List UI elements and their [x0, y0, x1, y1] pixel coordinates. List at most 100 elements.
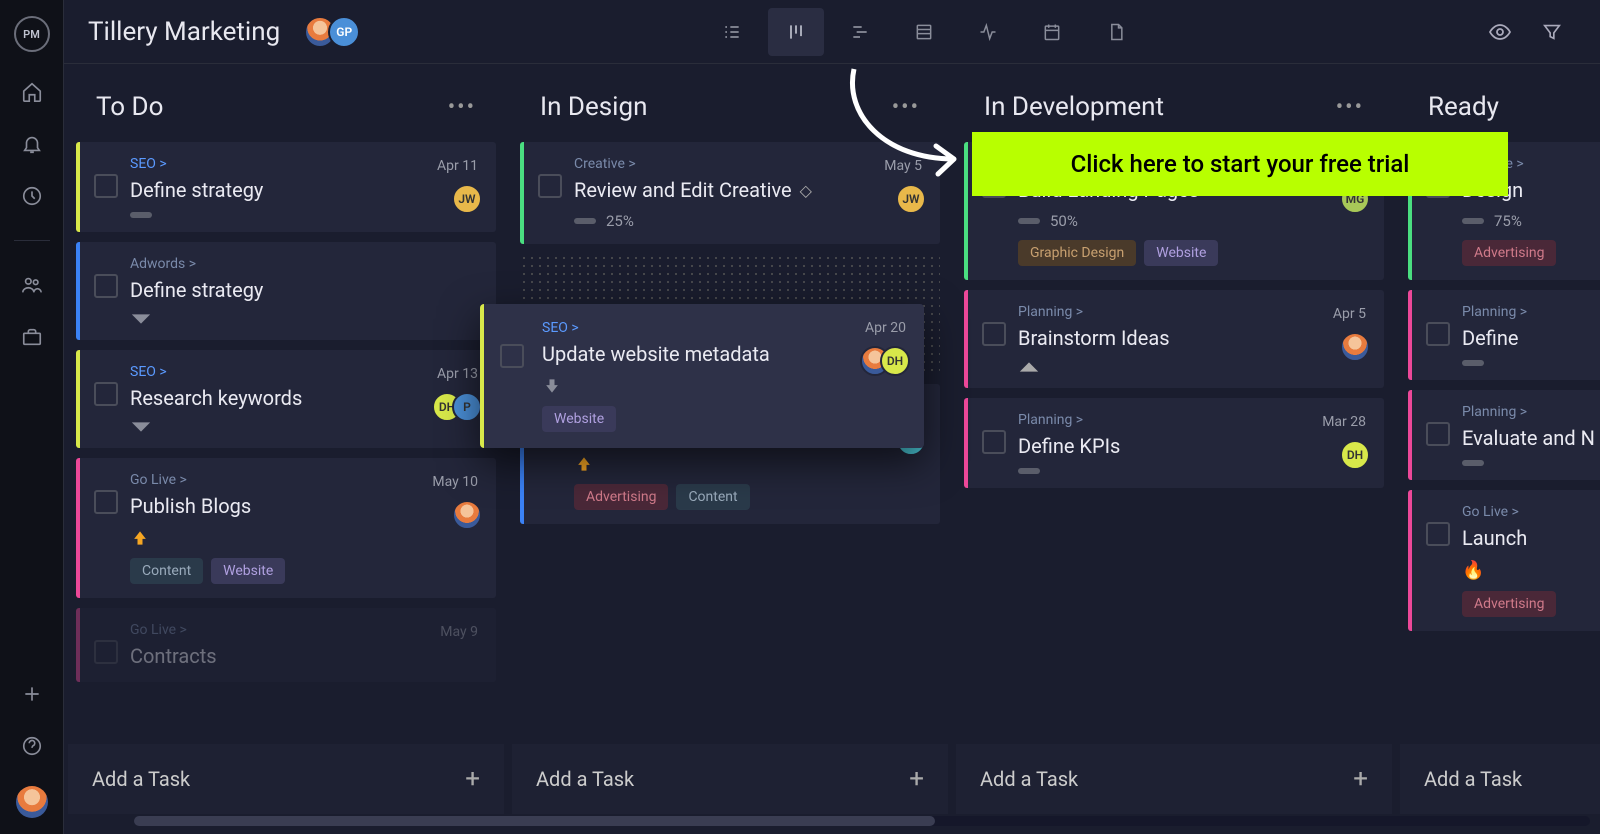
task-category: Planning >	[1018, 304, 1366, 320]
task-category: Planning >	[1462, 304, 1600, 320]
filter-icon[interactable]	[1540, 20, 1564, 44]
sheet-view-icon[interactable]	[896, 8, 952, 56]
tag: Advertising	[1462, 591, 1556, 617]
horizontal-scrollbar[interactable]	[134, 816, 1590, 826]
task-title: Contracts	[130, 644, 478, 668]
bell-icon[interactable]	[20, 132, 44, 156]
checkbox[interactable]	[94, 274, 118, 298]
activity-view-icon[interactable]	[960, 8, 1016, 56]
add-task-button[interactable]: Add a Task+	[1400, 744, 1600, 814]
tag: Content	[130, 558, 203, 584]
avatar: JW	[452, 184, 482, 214]
list-view-icon[interactable]	[704, 8, 760, 56]
briefcase-icon[interactable]	[20, 325, 44, 349]
assignees: JW	[452, 184, 482, 214]
avatar: DH	[1340, 440, 1370, 470]
checkbox[interactable]	[94, 174, 118, 198]
task-date: Apr 5	[1333, 306, 1366, 322]
add-task-button[interactable]: Add a Task +	[68, 744, 504, 814]
checkbox[interactable]	[982, 430, 1006, 454]
people-icon[interactable]	[20, 273, 44, 297]
column-title: To Do	[96, 92, 163, 122]
add-task-label: Add a Task	[536, 767, 634, 791]
divider	[14, 240, 50, 241]
task-card[interactable]: Planning > Define	[1408, 290, 1600, 380]
task-category: Go Live >	[1462, 504, 1600, 520]
task-date: Mar 28	[1322, 414, 1366, 430]
file-view-icon[interactable]	[1088, 8, 1144, 56]
visibility-icon[interactable]	[1488, 20, 1512, 44]
priority-low-icon	[542, 376, 562, 396]
add-task-button[interactable]: Add a Task+	[512, 744, 948, 814]
progress-text: 50%	[1050, 212, 1078, 230]
priority-high-icon	[574, 454, 594, 474]
column-cards: SEO >Define strategyApr 11JWAdwords >Def…	[68, 142, 504, 744]
column-menu-icon[interactable]: •••	[1336, 95, 1364, 120]
task-card[interactable]: SEO >Research keywordsApr 13DHP	[76, 350, 496, 448]
task-date: Apr 13	[437, 366, 478, 382]
tag: Advertising	[574, 484, 668, 510]
task-card[interactable]: SEO >Define strategyApr 11JW	[76, 142, 496, 232]
assignees: DHP	[432, 392, 482, 422]
checkbox[interactable]	[982, 322, 1006, 346]
plus-icon[interactable]	[20, 682, 44, 706]
task-card[interactable]: Go Live >ContractsMay 9	[76, 608, 496, 682]
cta-banner[interactable]: Click here to start your free trial	[972, 132, 1508, 196]
task-card[interactable]: Planning >Evaluate and N	[1408, 390, 1600, 480]
scrollbar-thumb[interactable]	[134, 816, 935, 826]
checkbox[interactable]	[1426, 422, 1450, 446]
tag: Graphic Design	[1018, 240, 1136, 266]
app-logo[interactable]: PM	[14, 16, 50, 52]
task-date: Apr 20	[865, 320, 906, 336]
project-title: Tillery Marketing	[88, 17, 280, 47]
progress-text: 75%	[1494, 212, 1522, 230]
home-icon[interactable]	[20, 80, 44, 104]
add-task-label: Add a Task	[980, 767, 1078, 791]
avatar	[452, 500, 482, 530]
checkbox[interactable]	[538, 174, 562, 198]
plus-icon: +	[465, 764, 480, 794]
checkbox[interactable]	[94, 490, 118, 514]
task-card[interactable]: Go Live >Launch🔥Advertising	[1408, 490, 1600, 631]
header: Tillery Marketing GP	[64, 0, 1600, 64]
task-card[interactable]: Go Live >Publish BlogsMay 10ContentWebsi…	[76, 458, 496, 598]
task-date: Apr 11	[437, 158, 478, 174]
add-task-button[interactable]: Add a Task+	[956, 744, 1392, 814]
checkbox[interactable]	[94, 640, 118, 664]
checkbox[interactable]	[500, 344, 524, 368]
project-members[interactable]: GP	[304, 16, 360, 48]
checkbox[interactable]	[1426, 522, 1450, 546]
column-title: In Development	[984, 92, 1164, 122]
arrow-annotation	[824, 64, 984, 194]
task-date: May 9	[440, 624, 478, 640]
assignees: DH	[860, 346, 910, 376]
task-card[interactable]: Planning > Brainstorm Ideas Apr 5	[964, 290, 1384, 388]
task-title: Research keywords	[130, 386, 478, 410]
checkbox[interactable]	[94, 382, 118, 406]
task-title: Define strategy	[130, 278, 478, 302]
sidebar-left: PM	[0, 0, 64, 834]
dragging-card[interactable]: SEO > Update website metadata Apr 20 DH …	[480, 304, 924, 448]
task-title: Define	[1462, 326, 1600, 350]
priority-up-icon	[1018, 360, 1040, 374]
avatar: P	[452, 392, 482, 422]
column-menu-icon[interactable]: •••	[448, 95, 476, 120]
checkbox[interactable]	[1426, 322, 1450, 346]
task-title: Update website metadata	[542, 342, 904, 366]
current-user-avatar[interactable]	[16, 786, 48, 818]
task-card[interactable]: Adwords >Define strategy	[76, 242, 496, 340]
add-task-label: Add a Task	[92, 767, 190, 791]
assignees	[1340, 332, 1370, 362]
calendar-view-icon[interactable]	[1024, 8, 1080, 56]
task-card[interactable]: Planning >Define KPIsMar 28DH	[964, 398, 1384, 488]
clock-icon[interactable]	[20, 184, 44, 208]
board-view-icon[interactable]	[768, 8, 824, 56]
task-title: Brainstorm Ideas	[1018, 326, 1366, 350]
help-icon[interactable]	[20, 734, 44, 758]
kanban-board: To Do ••• SEO > Define strategy Apr 11 JW Adw…	[64, 64, 1600, 834]
gantt-view-icon[interactable]	[832, 8, 888, 56]
priority-high-icon	[130, 528, 150, 548]
task-title: Define KPIs	[1018, 434, 1366, 458]
task-category: SEO >	[542, 320, 904, 336]
tag: Content	[676, 484, 749, 510]
